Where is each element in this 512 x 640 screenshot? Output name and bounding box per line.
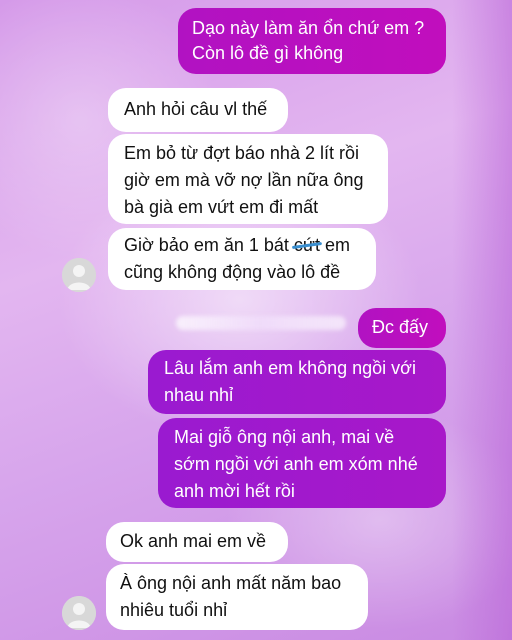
message-line: À ông nội anh mất năm bao — [120, 573, 342, 593]
message-line: nhiêu tuổi nhỉ — [120, 600, 228, 620]
message-line: Lâu lắm anh em không ngồi với — [164, 358, 416, 378]
message-line: bà già em vứt em đi mất — [124, 197, 319, 217]
message-line: cũng không động vào lô đề — [124, 262, 341, 282]
message-line: sớm ngồi với anh em xóm nhé — [174, 454, 418, 474]
message-text: em — [319, 235, 350, 255]
message-line: Anh hỏi câu vl thế — [124, 99, 268, 119]
default-user-avatar-icon — [62, 596, 96, 630]
message-line: Còn lô đề gì không — [192, 43, 344, 63]
censored-word: cứt — [294, 232, 320, 259]
blurred-name — [176, 316, 346, 330]
message-incoming-4[interactable]: Giờ bảo em ăn 1 bát cứt em cũng không độ… — [108, 228, 376, 290]
message-text: Giờ bảo em ăn 1 bát — [124, 235, 294, 255]
message-line: nhau nhỉ — [164, 385, 234, 405]
message-outgoing-6[interactable]: Lâu lắm anh em không ngồi với nhau nhỉ — [148, 350, 446, 414]
message-incoming-2[interactable]: Anh hỏi câu vl thế — [108, 88, 288, 132]
contact-avatar[interactable] — [62, 258, 96, 292]
message-line: giờ em mà vỡ nợ lần nữa ông — [124, 170, 364, 190]
message-line: Mai giỗ ông nội anh, mai về — [174, 427, 395, 447]
message-outgoing-1[interactable]: Dạo này làm ăn ổn chứ em ? Còn lô đề gì … — [178, 8, 446, 74]
message-incoming-8[interactable]: Ok anh mai em về — [106, 522, 288, 562]
contact-avatar[interactable] — [62, 596, 96, 630]
message-incoming-9[interactable]: À ông nội anh mất năm bao nhiêu tuổi nhỉ — [106, 564, 368, 630]
background-fade — [452, 0, 512, 640]
message-line: anh mời hết rồi — [174, 481, 295, 501]
message-outgoing-7[interactable]: Mai giỗ ông nội anh, mai về sớm ngồi với… — [158, 418, 446, 508]
message-line: Dạo này làm ăn ổn chứ em ? — [192, 18, 425, 38]
message-outgoing-5[interactable]: Đc đấy — [358, 308, 446, 348]
message-incoming-3[interactable]: Em bỏ từ đợt báo nhà 2 lít rồi giờ em mà… — [108, 134, 388, 224]
message-line: Đc đấy — [372, 317, 429, 337]
message-line: Ok anh mai em về — [120, 531, 267, 551]
message-line: Em bỏ từ đợt báo nhà 2 lít rồi — [124, 143, 359, 163]
default-user-avatar-icon — [62, 258, 96, 292]
message-line: Giờ bảo em ăn 1 bát cứt em — [124, 232, 360, 259]
